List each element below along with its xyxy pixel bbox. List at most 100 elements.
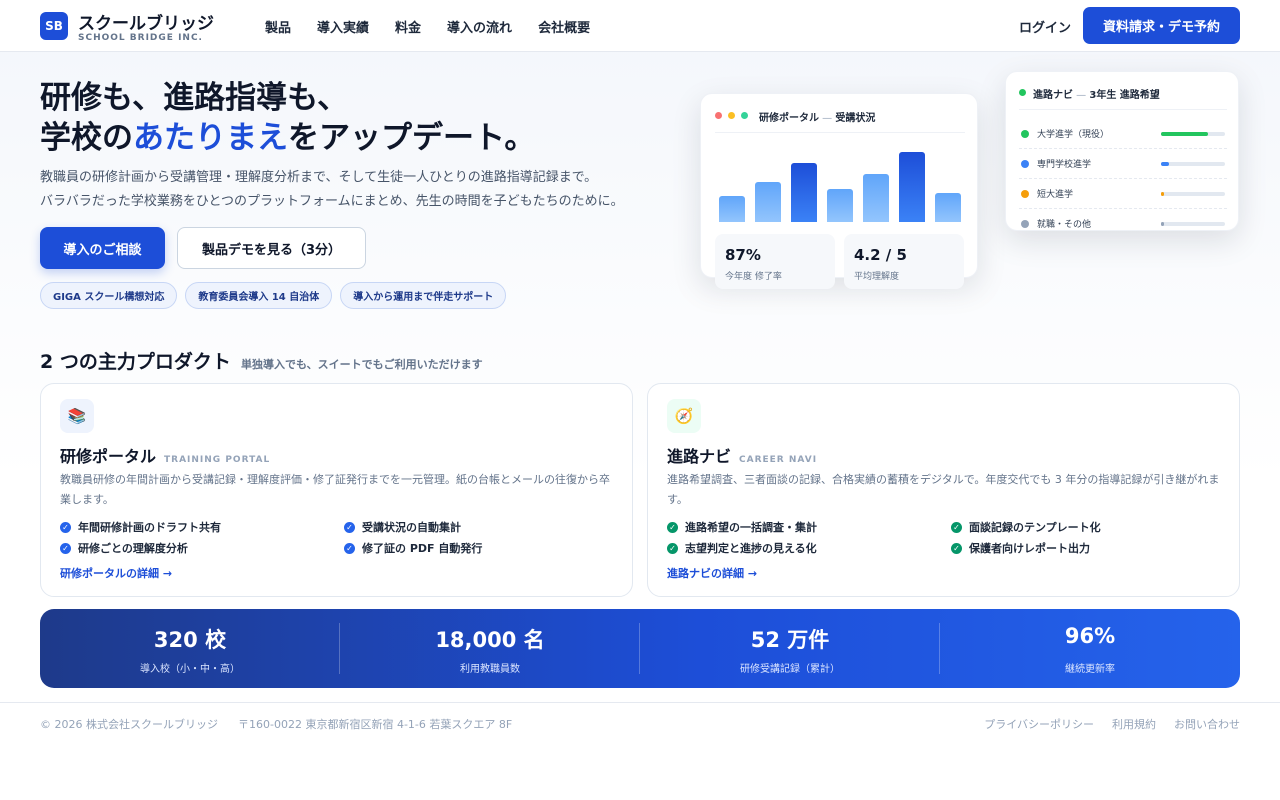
hero-title-line1: 研修も、進路指導も、 — [40, 80, 349, 116]
check-icon: ✓ — [344, 521, 355, 533]
request-demo-button[interactable]: 資料請求・デモ予約 — [1083, 7, 1240, 44]
nav-item-products[interactable]: 製品 — [265, 17, 291, 36]
privacy-policy-link[interactable]: プライバシーポリシー — [984, 716, 1094, 732]
kpi-understanding-value: 4.2 / 5 — [854, 246, 907, 264]
hero-title-accent: あたりまえ — [133, 120, 288, 156]
feature-item: ✓ 修了証の PDF 自動発行 — [344, 540, 482, 556]
training-portal-details-link[interactable]: 研修ポータルの詳細 → — [60, 565, 172, 581]
product-description: 教職員研修の年間計画から受講記録・理解度評価・修了証発行までを一元管理。紙の台帳… — [60, 473, 610, 506]
badge-support: 導入から運用まで伴走サポート — [340, 282, 507, 309]
product-description: 進路希望調査、三者面談の記録、合格実績の蓄積をデジタルで。年度交代でも 3 年分… — [667, 473, 1220, 506]
hero-title-post: をアップデート。 — [288, 120, 536, 156]
career-navi-details-link[interactable]: 進路ナビの詳細 → — [667, 565, 757, 581]
logo-name[interactable]: スクールブリッジ — [78, 9, 214, 34]
copyright: © 2026 株式会社スクールブリッジ — [40, 718, 218, 731]
chart-bar — [791, 163, 817, 222]
legend-dot-icon — [1021, 220, 1029, 228]
badge-boards: 教育委員会導入 14 自治体 — [185, 282, 333, 309]
feature-label: 志望判定と進捗の見える化 — [685, 542, 817, 555]
product-name-ja: 進路ナビ — [667, 447, 732, 466]
chart-bar — [899, 152, 925, 222]
stat-value: 52 万件 — [750, 628, 830, 652]
stat-renewal: 96% 継続更新率 — [940, 609, 1240, 688]
stat-label: 導入校（小・中・高） — [140, 664, 240, 675]
product-name: 研修ポータル TRAINING PORTAL — [60, 443, 270, 467]
logo-subtitle: SCHOOL BRIDGE INC. — [78, 33, 203, 43]
consultation-button[interactable]: 導入のご相談 — [40, 227, 165, 269]
nav-item-flow[interactable]: 導入の流れ — [447, 17, 512, 36]
chart-bar — [935, 193, 961, 222]
stat-label: 研修受講記録（累計） — [740, 664, 840, 675]
check-icon: ✓ — [60, 521, 71, 533]
nav-item-case-studies[interactable]: 導入実績 — [317, 17, 369, 36]
nav-item-pricing[interactable]: 料金 — [395, 17, 421, 36]
contact-link[interactable]: お問い合わせ — [1174, 716, 1240, 732]
site-header: SB スクールブリッジ SCHOOL BRIDGE INC. 製品 導入実績 料… — [0, 0, 1280, 52]
navi-preview-title: 進路ナビ — 3年生 進路希望 — [1033, 86, 1160, 101]
products-section-subtitle: 単独導入でも、スイートでもご利用いただけます — [241, 358, 483, 371]
chart-bar — [827, 189, 853, 222]
divider — [1019, 109, 1227, 110]
hero-badges: GIGA スクール構想対応 教育委員会導入 14 自治体 導入から運用まで伴走サ… — [40, 282, 507, 309]
navi-preview-subtitle: 3年生 進路希望 — [1089, 90, 1160, 101]
feature-label: 研修ごとの理解度分析 — [78, 542, 188, 555]
feature-label: 保護者向けレポート出力 — [969, 542, 1090, 555]
stat-value: 320 校 — [153, 628, 227, 652]
legend-dot-icon — [1021, 190, 1029, 198]
kpi-completion-value: 87% — [725, 246, 761, 264]
product-name-en: CAREER NAVI — [739, 455, 818, 465]
hero-title: 研修も、進路指導も、 学校のあたりまえをアップデート。 — [40, 78, 535, 158]
check-icon: ✓ — [667, 542, 678, 554]
product-name-ja: 研修ポータル — [60, 447, 157, 466]
feature-item: ✓ 保護者向けレポート出力 — [951, 540, 1090, 556]
legend-dot-icon — [1021, 160, 1029, 168]
stat-label: 利用教職員数 — [460, 664, 520, 675]
feature-label: 年間研修計画のドラフト共有 — [78, 521, 221, 534]
chart-bar — [719, 196, 745, 222]
career-progress-row: 大学進学（現役） — [1019, 119, 1227, 149]
kpi-understanding-label: 平均理解度 — [854, 272, 900, 282]
terms-link[interactable]: 利用規約 — [1112, 716, 1156, 732]
kpi-completion: 87% 今年度 修了率 — [715, 234, 835, 289]
career-progress-row: 短大進学 — [1019, 179, 1227, 209]
feature-item: ✓ 進路希望の一括調査・集計 — [667, 519, 817, 535]
divider — [715, 132, 965, 133]
chart-bar — [755, 182, 781, 222]
progress-fill — [1161, 162, 1169, 166]
nav-item-company[interactable]: 会社概要 — [538, 17, 590, 36]
hero-title-line2: 学校のあたりまえをアップデート。 — [40, 118, 535, 158]
product-name: 進路ナビ CAREER NAVI — [667, 443, 817, 467]
chart-bar — [863, 174, 889, 222]
progress-track — [1161, 132, 1225, 136]
window-dot-green-icon — [741, 112, 748, 119]
career-progress-row: 専門学校進学 — [1019, 149, 1227, 179]
window-dot-red-icon — [715, 112, 722, 119]
watch-demo-button[interactable]: 製品デモを見る（3分） — [177, 227, 366, 269]
feature-label: 修了証の PDF 自動発行 — [362, 542, 483, 555]
kpi-completion-label: 今年度 修了率 — [725, 272, 782, 282]
main-nav: 製品 導入実績 料金 導入の流れ 会社概要 — [265, 17, 590, 36]
feature-label: 面談記録のテンプレート化 — [969, 521, 1101, 534]
footer-links: プライバシーポリシー 利用規約 お問い合わせ — [984, 716, 1240, 732]
hero-desc-line1: 教職員の研修計画から受講管理・理解度分析まで、そして生徒一人ひとりの進路指導記録… — [40, 170, 598, 185]
portal-preview-subtitle: 受講状況 — [835, 113, 876, 124]
stat-teachers: 18,000 名 利用教職員数 — [340, 609, 640, 688]
company-address: 〒160-0022 東京都新宿区新宿 4-1-6 若葉スクエア 8F — [238, 718, 513, 731]
check-icon: ✓ — [951, 521, 962, 533]
product-name-en: TRAINING PORTAL — [164, 455, 271, 465]
footer-divider — [0, 702, 1280, 703]
feature-item: ✓ 研修ごとの理解度分析 — [60, 540, 188, 556]
stat-label: 継続更新率 — [1065, 664, 1115, 675]
progress-fill — [1161, 222, 1164, 226]
login-link[interactable]: ログイン — [1019, 17, 1071, 36]
product-card-career-navi: 🧭 進路ナビ CAREER NAVI 進路希望調査、三者面談の記録、合格実績の蓄積… — [647, 383, 1240, 597]
hero-description: 教職員の研修計画から受講管理・理解度分析まで、そして生徒一人ひとりの進路指導記録… — [40, 166, 624, 214]
portal-preview-sep: — — [819, 113, 836, 124]
progress-fill — [1161, 132, 1208, 136]
check-icon: ✓ — [344, 542, 355, 554]
portal-preview-title: 研修ポータル — 受講状況 — [759, 109, 875, 124]
stat-records: 52 万件 研修受講記録（累計） — [640, 609, 940, 688]
career-progress-row: 就職・その他 — [1019, 209, 1227, 230]
logo-mark[interactable]: SB — [40, 12, 68, 40]
check-icon: ✓ — [60, 542, 71, 554]
